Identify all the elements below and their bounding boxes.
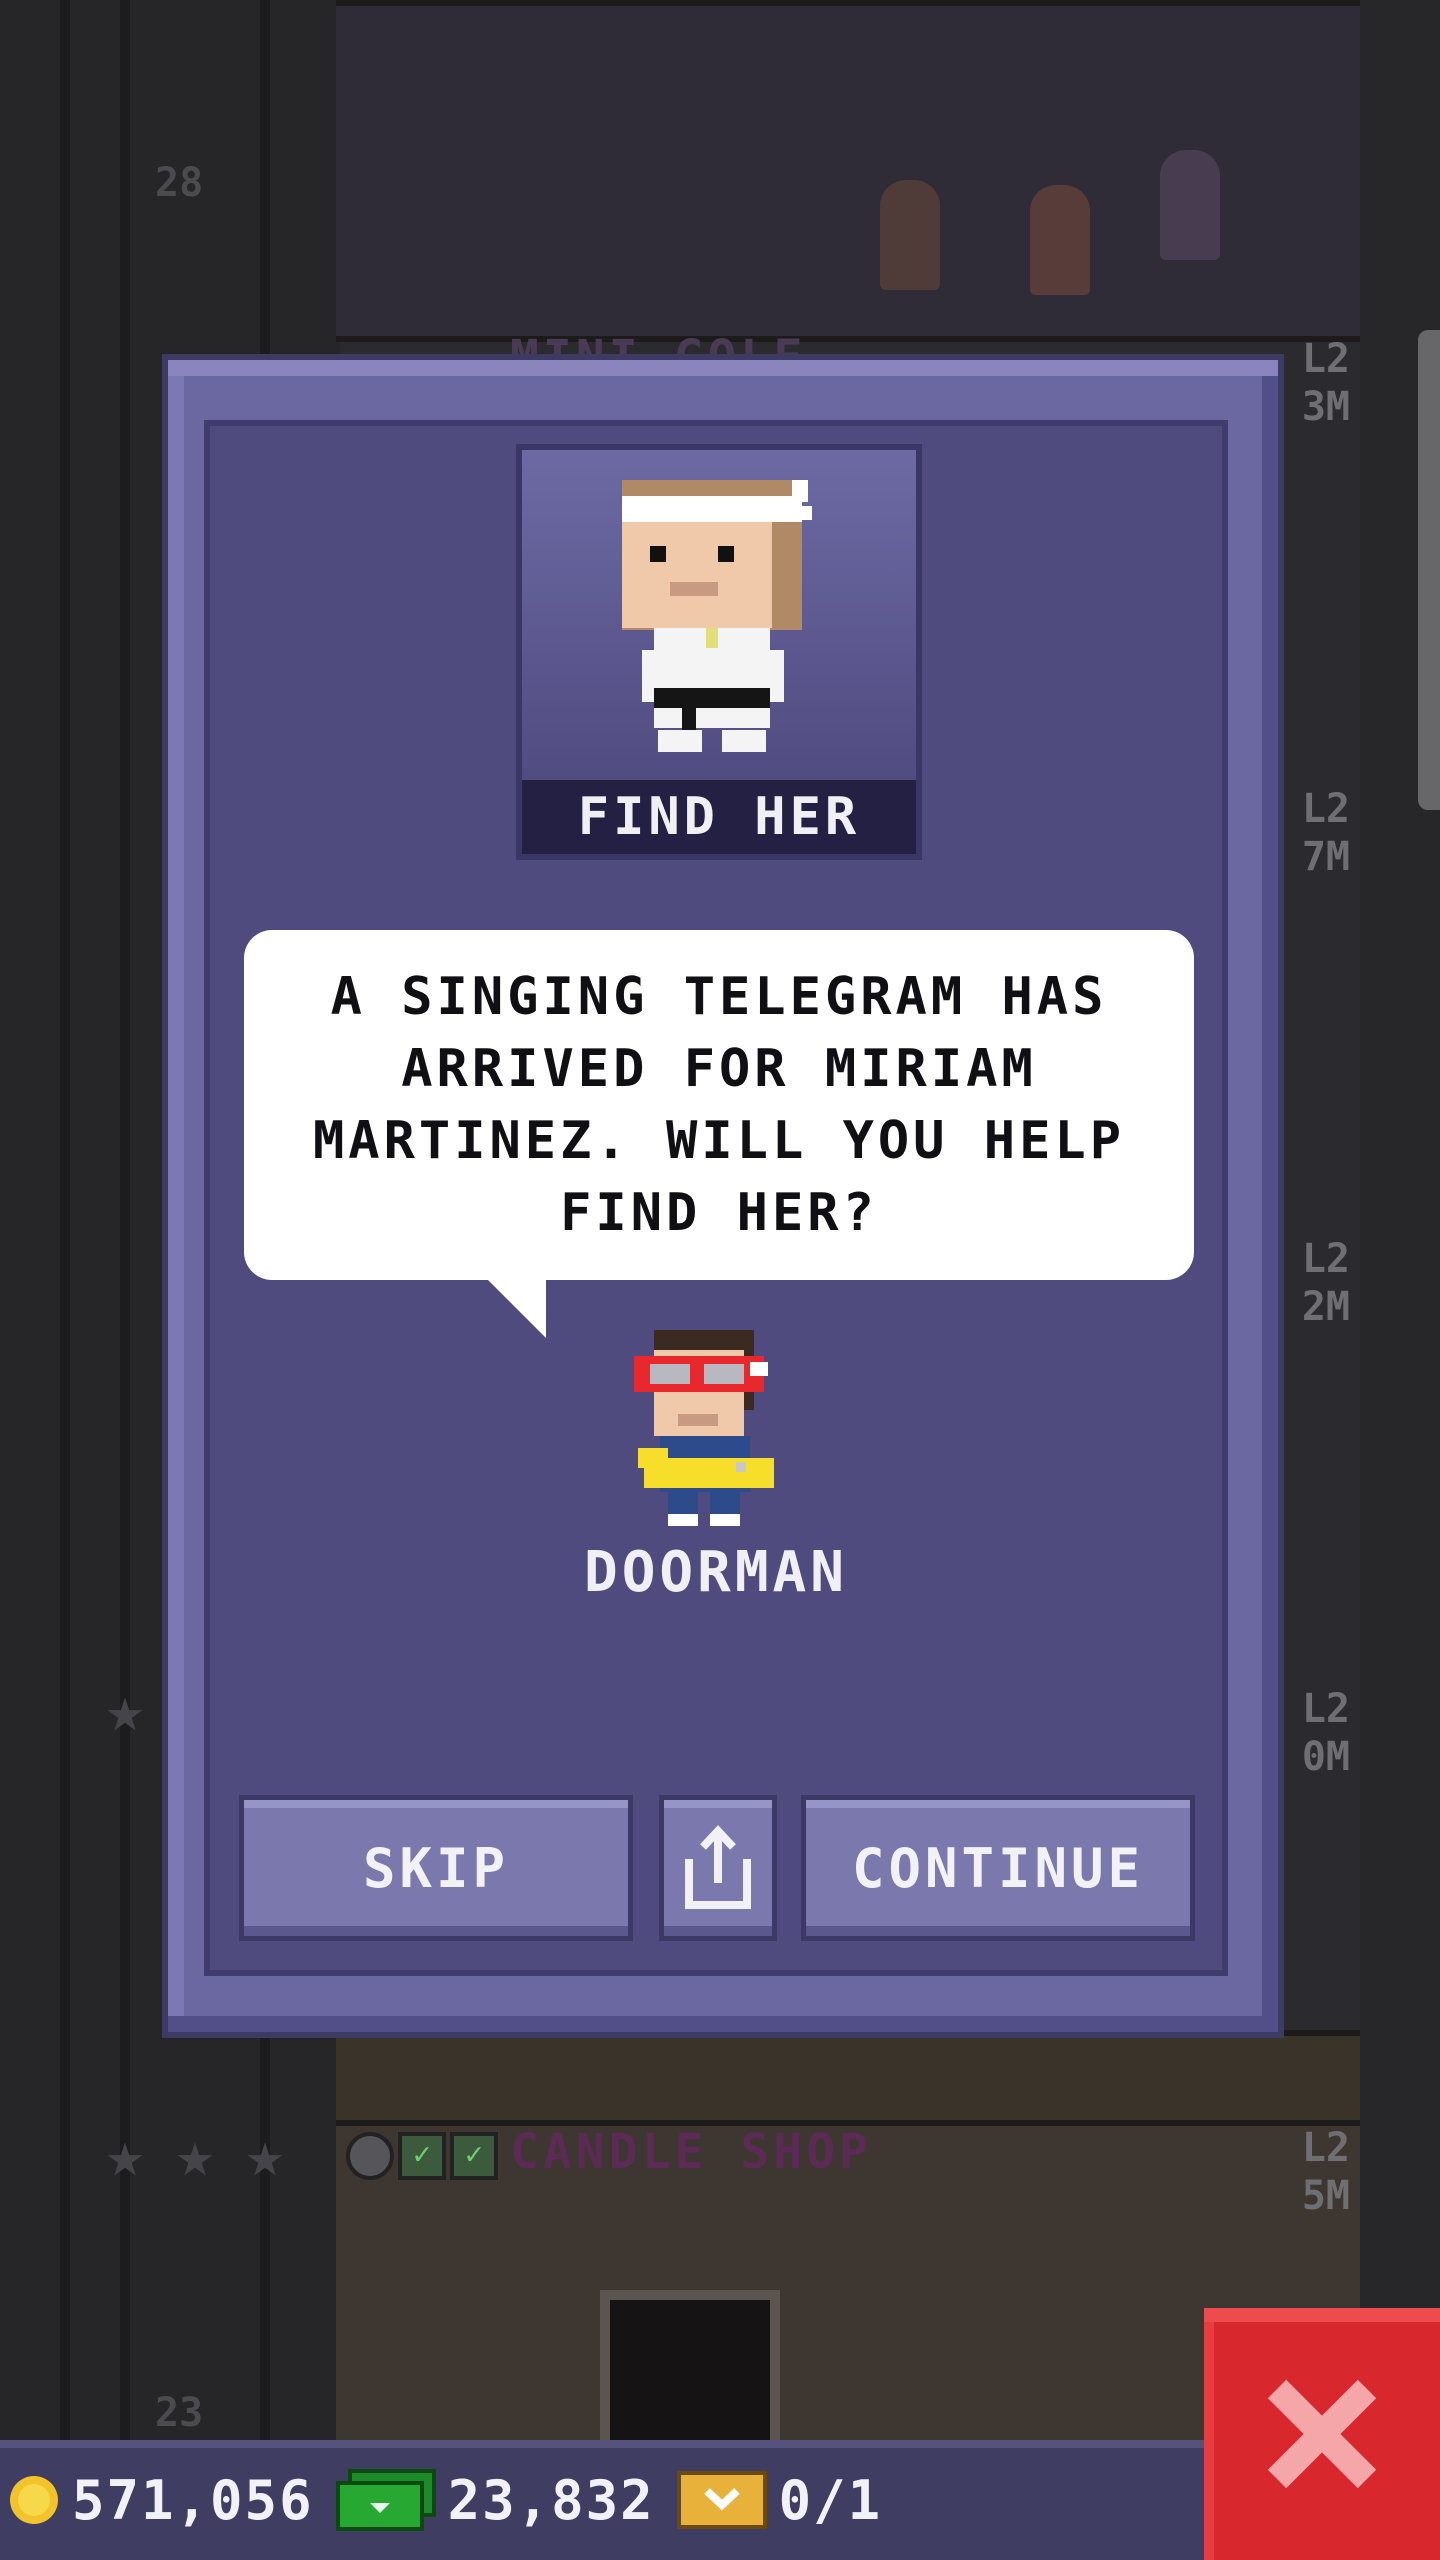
speech-bubble-tail [484, 1276, 546, 1338]
star-icon: ★ [245, 2118, 285, 2192]
npc-name: DOORMAN [583, 1540, 848, 1605]
star-icon: ★ [105, 1673, 145, 1747]
floor-room[interactable] [336, 2030, 1360, 2132]
bg-bitizen [1160, 150, 1220, 260]
doorman-avatar [634, 1330, 774, 1526]
tickets-value: 0/1 [778, 2468, 883, 2532]
check-icon: ✓ [398, 2132, 446, 2180]
bg-bitizen [880, 180, 940, 290]
bux-value: 23,832 [447, 2468, 655, 2532]
close-button[interactable] [1204, 2308, 1440, 2560]
currency-bar: 571,056 23,832 0/1 [0, 2440, 1210, 2560]
mission-dialog: FIND HER A SINGING TELEGRAM HAS ARRIVED … [168, 360, 1278, 2032]
portrait-caption: FIND HER [522, 780, 916, 854]
bux-icon [335, 2469, 436, 2531]
coin-icon [10, 2476, 58, 2524]
speech-bubble: A SINGING TELEGRAM HAS ARRIVED FOR MIRIA… [244, 930, 1194, 1280]
share-button[interactable] [664, 1800, 772, 1936]
floor-number: 28 [155, 160, 204, 206]
star-icon: ★ [175, 2118, 215, 2192]
continue-button[interactable]: CONTINUE [806, 1800, 1190, 1936]
floor-name-label: CANDLE SHOP [510, 2124, 872, 2180]
clock-icon [346, 2132, 394, 2180]
skip-button[interactable]: SKIP [244, 1800, 628, 1936]
scrollbar-thumb[interactable] [1418, 330, 1440, 810]
check-icon: ✓ [450, 2132, 498, 2180]
bg-bitizen [1030, 185, 1090, 295]
elevator-rail [60, 0, 70, 2440]
coins-value: 571,056 [72, 2468, 314, 2532]
floor-number: 23 [155, 2390, 204, 2436]
bux-stat[interactable]: 23,832 [335, 2468, 655, 2532]
close-icon [1267, 2379, 1377, 2489]
dialog-panel: FIND HER A SINGING TELEGRAM HAS ARRIVED … [204, 420, 1228, 1976]
star-icon: ★ [105, 2118, 145, 2192]
share-icon [685, 1825, 751, 1909]
shop-door [600, 2290, 780, 2460]
coins-stat[interactable]: 571,056 [8, 2469, 314, 2532]
karate-bitizen-avatar [622, 480, 812, 752]
ticket-icon [676, 2471, 767, 2529]
elevator-rail [120, 0, 130, 2440]
floor-level-tag: L2 5M [1301, 2125, 1350, 2219]
tickets-stat[interactable]: 0/1 [676, 2468, 883, 2532]
mission-message: A SINGING TELEGRAM HAS ARRIVED FOR MIRIA… [312, 967, 1126, 1243]
